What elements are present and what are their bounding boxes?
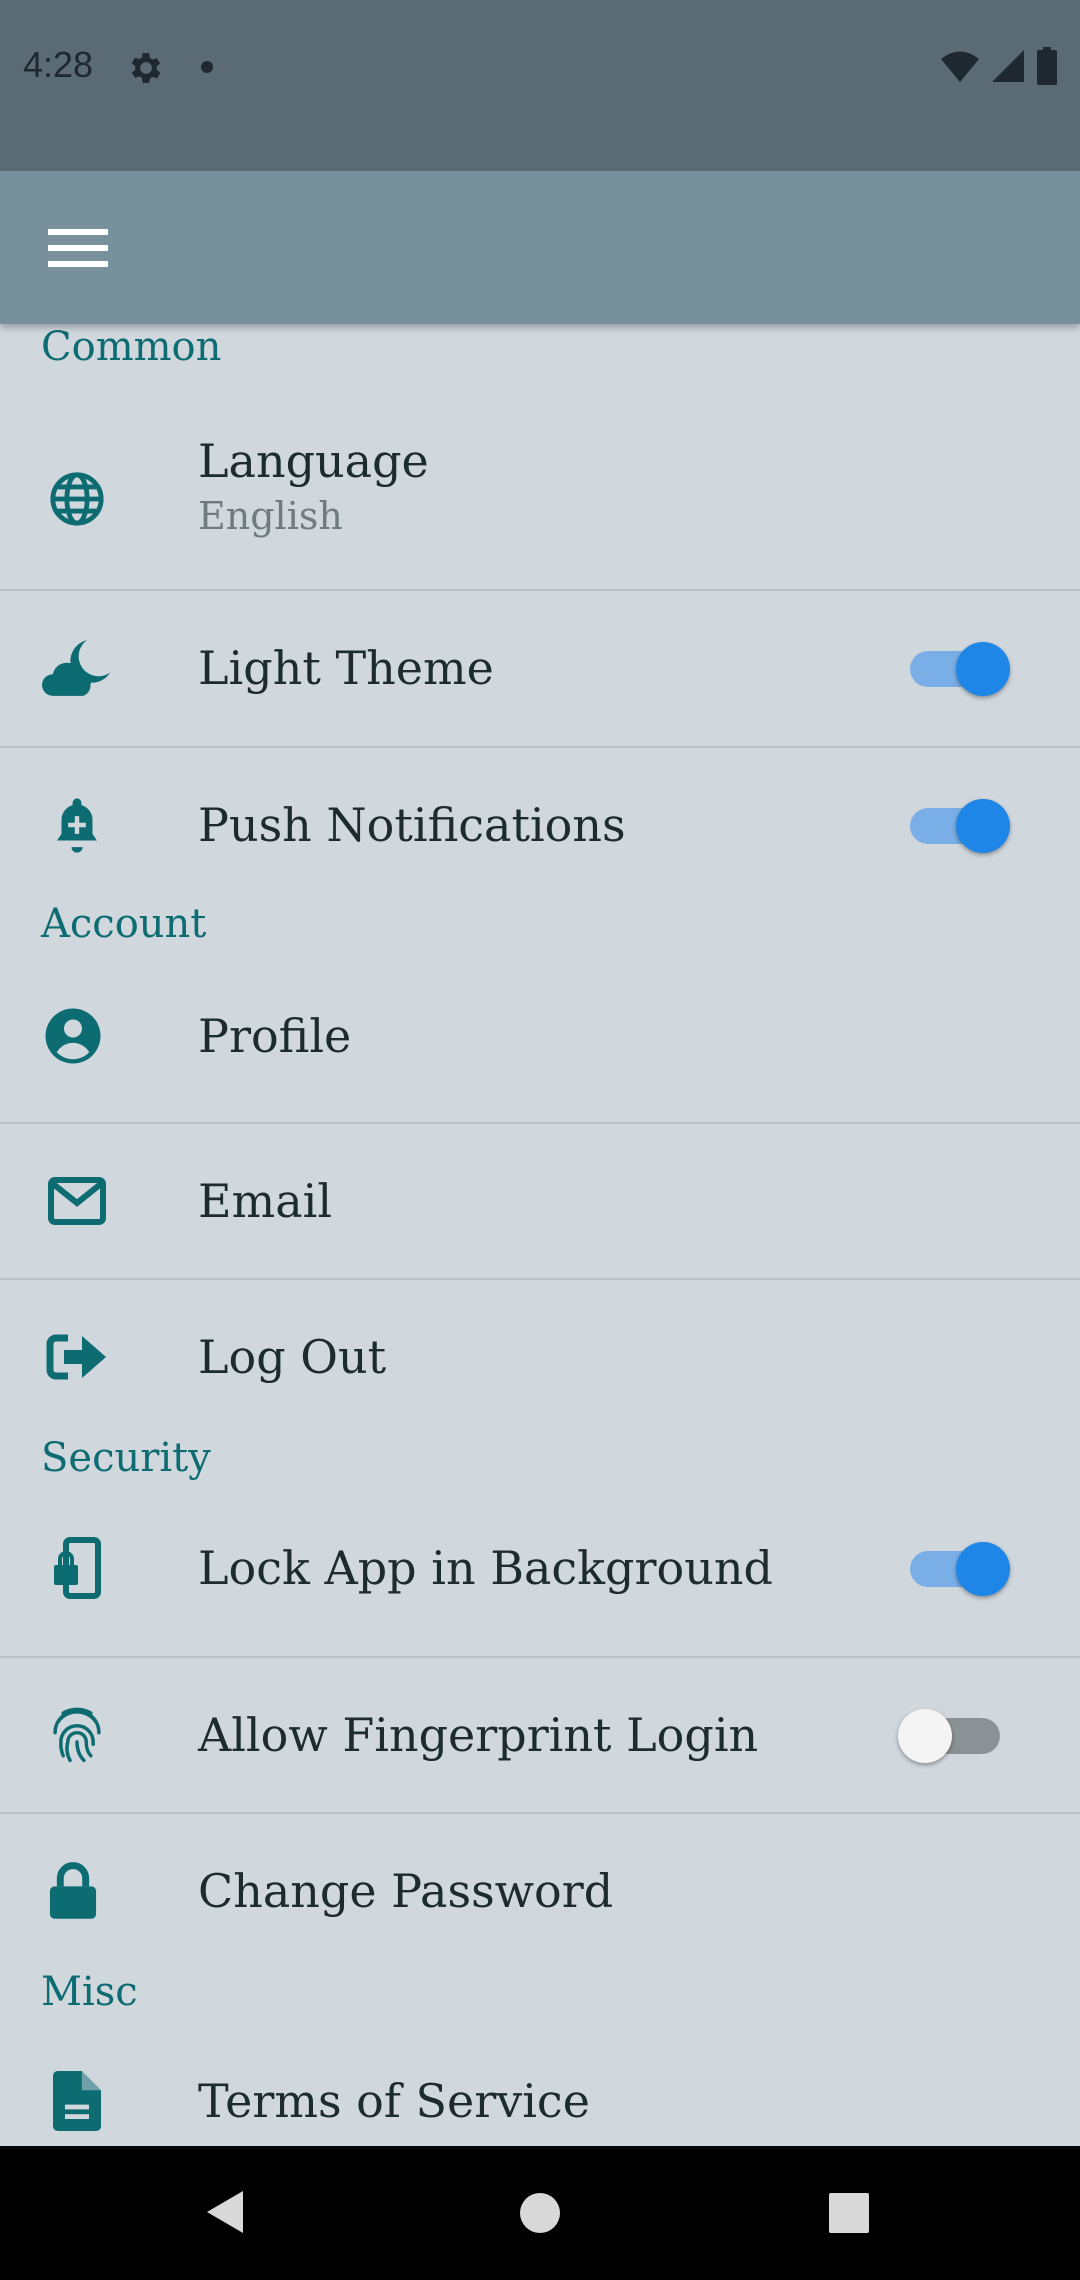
terms-row[interactable]: Terms of Service (0, 2024, 1080, 2146)
language-label: Language (198, 434, 429, 488)
hamburger-menu-icon[interactable] (40, 219, 116, 277)
language-row[interactable]: Language English (0, 384, 1080, 614)
phone-lock-icon (42, 1533, 112, 1603)
change-password-label: Change Password (198, 1864, 614, 1918)
light-theme-toggle[interactable] (904, 635, 1014, 696)
cloud-moon-icon (42, 633, 112, 703)
change-password-row[interactable]: Change Password (0, 1814, 1080, 1969)
lock-app-label: Lock App in Background (198, 1541, 773, 1595)
document-icon (42, 2066, 112, 2136)
settings-icon (131, 53, 161, 83)
app-bar (0, 171, 1080, 324)
fingerprint-toggle[interactable] (898, 1702, 1008, 1763)
signal-icon (992, 50, 1024, 82)
email-row[interactable]: Email (0, 1124, 1080, 1279)
profile-label: Profile (198, 1009, 352, 1063)
section-header-misc: Misc (41, 1969, 138, 2015)
system-icons (940, 44, 1058, 88)
lock-app-row[interactable]: Lock App in Background (0, 1491, 1080, 1646)
logout-label: Log Out (198, 1330, 387, 1384)
push-notifications-label: Push Notifications (198, 798, 626, 852)
section-header-account: Account (41, 901, 207, 947)
language-value: English (198, 494, 343, 538)
back-icon[interactable] (205, 2189, 245, 2235)
light-theme-label: Light Theme (198, 641, 494, 695)
recents-icon[interactable] (828, 2192, 870, 2234)
email-label: Email (198, 1174, 333, 1228)
terms-label: Terms of Service (198, 2074, 590, 2128)
globe-icon (42, 464, 112, 534)
envelope-icon (42, 1166, 112, 1236)
user-circle-icon (38, 1001, 108, 1071)
logout-row[interactable]: Log Out (0, 1280, 1080, 1435)
push-notifications-toggle[interactable] (904, 792, 1014, 853)
lock-icon (38, 1856, 108, 1926)
battery-icon (1037, 47, 1057, 85)
fingerprint-icon (42, 1700, 112, 1770)
fingerprint-label: Allow Fingerprint Login (198, 1708, 759, 1762)
light-theme-row[interactable]: Light Theme (0, 591, 1080, 746)
home-icon[interactable] (518, 2191, 562, 2235)
notification-dot (201, 61, 213, 73)
section-header-security: Security (41, 1435, 211, 1481)
fingerprint-row[interactable]: Allow Fingerprint Login (0, 1658, 1080, 1813)
logout-icon (42, 1322, 112, 1392)
status-time: 4:28 (23, 44, 94, 85)
section-header-common: Common (41, 324, 222, 370)
wifi-icon (941, 51, 979, 82)
push-notifications-row[interactable]: Push Notifications (0, 748, 1080, 903)
lock-app-toggle[interactable] (904, 1535, 1014, 1596)
status-bar: 4:28 (0, 0, 1080, 171)
profile-row[interactable]: Profile (0, 959, 1080, 1114)
navigation-bar (0, 2146, 1080, 2280)
settings-list: Common Language English Light Theme Push… (0, 324, 1080, 2146)
bell-plus-icon (42, 790, 112, 860)
